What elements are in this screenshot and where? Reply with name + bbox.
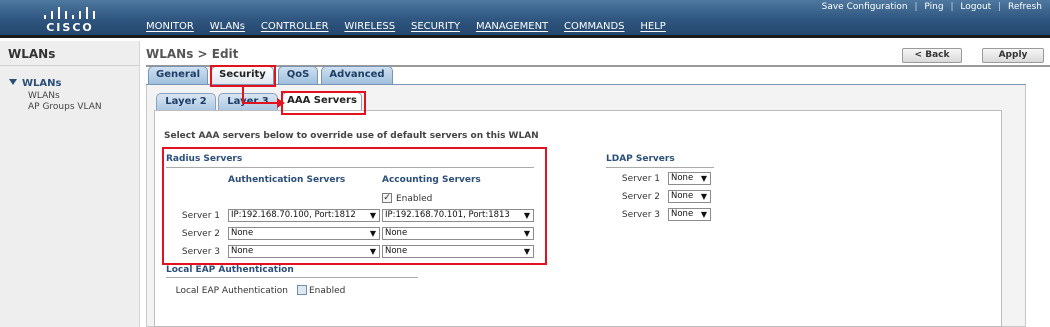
ldap-server-3-value: None <box>671 209 694 219</box>
dropdown-arrow-icon: ▼ <box>700 174 707 183</box>
sidebar-divider <box>0 65 140 66</box>
expand-triangle-icon <box>9 79 17 85</box>
ping-link[interactable]: Ping <box>924 2 943 12</box>
nav-wlans[interactable]: WLANs <box>210 21 245 32</box>
sidebar-group-wlans[interactable]: WLANs <box>9 78 61 89</box>
highlight-connector <box>242 102 278 104</box>
dropdown-arrow-icon: ▼ <box>700 210 707 219</box>
ldap-divider <box>606 167 714 168</box>
ldap-server-2-value: None <box>671 191 694 201</box>
ldap-servers-title: LDAP Servers <box>606 154 675 164</box>
ldap-server-3-label: Server 3 <box>621 210 660 220</box>
nav-security[interactable]: SECURITY <box>411 21 460 32</box>
back-button[interactable]: < Back <box>902 48 962 63</box>
ldap-server-3-select[interactable]: None ▼ <box>668 208 711 221</box>
main-nav: MONITOR WLANs CONTROLLER WIRELESS SECURI… <box>146 21 679 32</box>
cisco-logo-bars <box>42 5 98 19</box>
nav-monitor[interactable]: MONITOR <box>146 21 194 32</box>
security-tab-highlight <box>210 65 276 87</box>
tab-general[interactable]: General <box>148 66 208 84</box>
sidebar-item-wlans[interactable]: WLANs <box>28 91 60 101</box>
local-eap-title: Local EAP Authentication <box>166 265 294 275</box>
link-divider: | <box>950 2 954 12</box>
nav-management[interactable]: MANAGEMENT <box>476 21 548 32</box>
ldap-server-1-select[interactable]: None ▼ <box>668 172 711 185</box>
ldap-server-2-select[interactable]: None ▼ <box>668 190 711 203</box>
ldap-server-1-label: Server 1 <box>621 174 660 184</box>
header-links: Save Configuration | Ping | Logout | Ref… <box>818 2 1042 12</box>
apply-button[interactable]: Apply <box>982 48 1044 63</box>
local-eap-label: Local EAP Authentication <box>175 286 288 296</box>
sidebar: WLANs WLANs WLANs AP Groups VLAN <box>0 41 140 327</box>
tab-qos[interactable]: QoS <box>278 66 318 84</box>
refresh-link[interactable]: Refresh <box>1008 2 1042 12</box>
local-eap-divider <box>166 277 418 278</box>
ldap-server-1-value: None <box>671 173 694 183</box>
top-header: CISCO MONITOR WLANs CONTROLLER WIRELESS … <box>0 0 1050 38</box>
nav-commands[interactable]: COMMANDS <box>564 21 624 32</box>
sidebar-group-label: WLANs <box>22 78 62 89</box>
page-title: WLANs > Edit <box>146 47 239 61</box>
cisco-wordmark: CISCO <box>46 21 94 34</box>
ldap-server-2-label: Server 2 <box>621 192 660 202</box>
link-divider: | <box>914 2 918 12</box>
local-eap-checkbox[interactable] <box>297 285 307 295</box>
save-configuration-link[interactable]: Save Configuration <box>822 2 908 12</box>
dropdown-arrow-icon: ▼ <box>700 192 707 201</box>
subtab-layer-2[interactable]: Layer 2 <box>156 93 216 111</box>
aaa-servers-tab-highlight <box>281 91 366 115</box>
nav-wireless[interactable]: WIRELESS <box>344 21 395 32</box>
link-divider: | <box>998 2 1002 12</box>
nav-help[interactable]: HELP <box>640 21 665 32</box>
cisco-logo: CISCO <box>40 3 100 35</box>
sidebar-item-ap-groups-vlan[interactable]: AP Groups VLAN <box>28 102 102 112</box>
local-eap-enabled-label: Enabled <box>309 286 346 296</box>
instruction-text: Select AAA servers below to override use… <box>164 131 539 141</box>
radius-servers-highlight <box>162 147 547 265</box>
tab-advanced[interactable]: Advanced <box>321 66 393 84</box>
logout-link[interactable]: Logout <box>960 2 991 12</box>
nav-controller[interactable]: CONTROLLER <box>261 21 329 32</box>
sidebar-title: WLANs <box>8 47 56 61</box>
main-content: WLANs > Edit < Back Apply General Securi… <box>140 41 1050 327</box>
